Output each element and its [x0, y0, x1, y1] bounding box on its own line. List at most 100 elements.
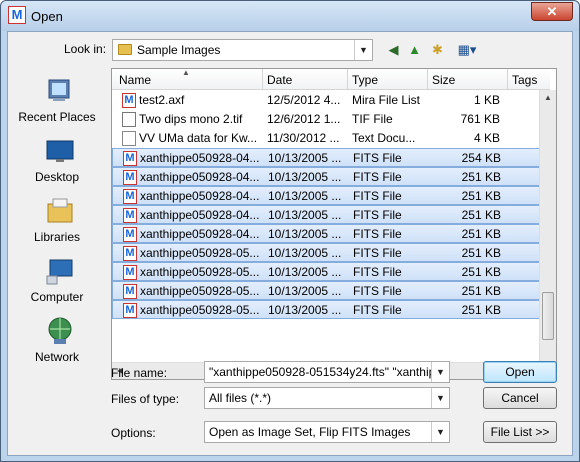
file-row[interactable]: Mxanthippe050928-05... 10/13/2005 ... FITS… — [112, 300, 548, 319]
file-size: 251 KB — [461, 189, 501, 203]
file-date: 10/13/2005 ... — [268, 303, 342, 317]
close-button[interactable]: ✕ — [531, 2, 573, 21]
scroll-up-icon[interactable]: ▲ — [540, 90, 556, 106]
file-size: 251 KB — [461, 170, 501, 184]
file-row[interactable]: Mxanthippe050928-05... 10/13/2005 ... FITS… — [112, 281, 548, 300]
file-name: VV UMa data for Kw... — [139, 131, 258, 145]
cancel-button[interactable]: Cancel — [483, 387, 557, 409]
column-date[interactable]: Date — [267, 73, 292, 87]
file-type: FITS File — [353, 170, 402, 184]
place-libraries[interactable]: Libraries — [12, 194, 102, 252]
options-value: Open as Image Set, Flip FITS Images — [209, 425, 411, 439]
filename-label: File name: — [111, 366, 168, 380]
back-icon[interactable]: ◀ — [385, 41, 402, 58]
chevron-down-icon[interactable]: ▼ — [431, 362, 449, 382]
column-tags[interactable]: Tags — [512, 73, 537, 87]
place-network[interactable]: Network — [12, 314, 102, 372]
libraries-icon — [47, 198, 73, 223]
recent-places-icon — [48, 79, 70, 101]
place-recent-places[interactable]: Recent Places — [12, 74, 102, 132]
file-type: FITS File — [353, 303, 402, 317]
filetype-dropdown[interactable]: All files (*.*) ▼ — [204, 387, 450, 409]
file-size: 4 KB — [473, 131, 500, 145]
file-date: 10/13/2005 ... — [268, 208, 342, 222]
mira-file-icon: M — [123, 303, 137, 318]
place-desktop[interactable]: Desktop — [12, 134, 102, 192]
file-type: FITS File — [353, 189, 402, 203]
column-type[interactable]: Type — [352, 73, 378, 87]
file-date: 12/5/2012 4... — [267, 93, 341, 107]
file-name: xanthippe050928-04... — [140, 170, 260, 184]
file-type: FITS File — [353, 284, 402, 298]
file-size: 251 KB — [461, 208, 501, 222]
column-name[interactable]: Name — [119, 73, 151, 87]
filetype-label: Files of type: — [111, 392, 180, 406]
file-type: FITS File — [353, 227, 402, 241]
folder-icon — [118, 44, 132, 55]
up-folder-icon[interactable]: ▲ — [406, 41, 423, 58]
place-label: Network — [34, 350, 79, 364]
mira-file-icon: M — [123, 246, 137, 261]
file-list-button[interactable]: File List >> — [483, 421, 557, 443]
mira-file-icon: M — [123, 151, 137, 166]
place-label: Computer — [30, 290, 84, 304]
file-date: 10/13/2005 ... — [268, 284, 342, 298]
column-size[interactable]: Size — [432, 73, 455, 87]
place-label: Recent Places — [18, 110, 96, 124]
file-type: FITS File — [353, 208, 402, 222]
file-row[interactable]: Mxanthippe050928-04... 10/13/2005 ... FITS… — [112, 167, 548, 186]
file-size: 251 KB — [461, 246, 501, 260]
file-row[interactable]: Mxanthippe050928-04... 10/13/2005 ... FITS… — [112, 186, 548, 205]
file-size: 761 KB — [460, 112, 500, 126]
file-date: 10/13/2005 ... — [268, 189, 342, 203]
lookin-value: Sample Images — [137, 43, 221, 57]
lookin-label: Look in: — [64, 42, 107, 56]
file-row[interactable]: Two dips mono 2.tif 12/6/2012 1... TIF Fil… — [112, 110, 548, 129]
file-row[interactable]: Mtest2.axf 12/5/2012 4... Mira File List 1 … — [112, 91, 548, 110]
filename-value: "xanthippe050928-051534y24.fts" "xanthip… — [209, 365, 431, 379]
file-size: 251 KB — [461, 227, 501, 241]
scroll-thumb[interactable] — [542, 292, 554, 340]
file-date: 11/30/2012 ... — [267, 131, 340, 145]
file-name: xanthippe050928-04... — [140, 208, 260, 222]
open-button[interactable]: Open — [483, 361, 557, 383]
file-size: 251 KB — [461, 284, 501, 298]
lookin-dropdown[interactable]: Sample Images ▼ — [112, 39, 373, 61]
file-date: 10/13/2005 ... — [268, 246, 342, 260]
chevron-down-icon: ▼ — [431, 422, 449, 442]
file-type: TIF File — [352, 112, 393, 126]
mira-file-icon: M — [123, 265, 137, 280]
file-list[interactable]: Name ▲ Date Type Size Tags Mtest2.axf 12/… — [111, 68, 557, 380]
file-size: 254 KB — [461, 151, 501, 165]
file-size: 251 KB — [461, 303, 501, 317]
vertical-scrollbar[interactable]: ▲ ▼ — [539, 90, 556, 379]
mira-file-icon: M — [123, 170, 137, 185]
file-date: 10/13/2005 ... — [268, 227, 342, 241]
place-label: Libraries — [33, 230, 81, 244]
file-row[interactable]: Mxanthippe050928-04... 10/13/2005 ... FITS… — [112, 205, 548, 224]
file-row[interactable]: Mxanthippe050928-04... 10/13/2005 ... FITS… — [112, 148, 548, 167]
chevron-down-icon: ▼ — [354, 40, 372, 60]
file-row[interactable]: Mxanthippe050928-05... 10/13/2005 ... FITS… — [112, 262, 548, 281]
options-dropdown[interactable]: Open as Image Set, Flip FITS Images ▼ — [204, 421, 450, 443]
network-icon — [48, 317, 72, 344]
file-row[interactable]: VV UMa data for Kw... 11/30/2012 ... Text … — [112, 129, 548, 148]
filetype-value: All files (*.*) — [209, 391, 272, 405]
file-name: xanthippe050928-04... — [140, 151, 260, 165]
dialog-body: Look in: Sample Images ▼ ◀ ▲ ✱ ▦▾ Recent… — [7, 31, 573, 456]
file-name: xanthippe050928-04... — [140, 189, 260, 203]
mira-file-icon: M — [123, 227, 137, 242]
file-size: 251 KB — [461, 265, 501, 279]
file-row[interactable]: Mxanthippe050928-05... 10/13/2005 ... FITS… — [112, 243, 548, 262]
filename-combobox[interactable]: "xanthippe050928-051534y24.fts" "xanthip… — [204, 361, 450, 383]
file-row[interactable]: Mxanthippe050928-04... 10/13/2005 ... FITS… — [112, 224, 548, 243]
view-menu-icon[interactable]: ▦▾ — [454, 41, 480, 58]
new-folder-icon[interactable]: ✱ — [429, 41, 446, 58]
place-computer[interactable]: Computer — [12, 254, 102, 312]
file-name: xanthippe050928-05... — [140, 303, 260, 317]
places-bar: Recent Places Desktop Libraries Computer… — [12, 70, 102, 370]
mira-file-icon: M — [123, 208, 137, 223]
file-date: 12/6/2012 1... — [267, 112, 341, 126]
column-header: Name ▲ Date Type Size Tags — [112, 69, 550, 90]
text-file-icon — [122, 131, 136, 146]
